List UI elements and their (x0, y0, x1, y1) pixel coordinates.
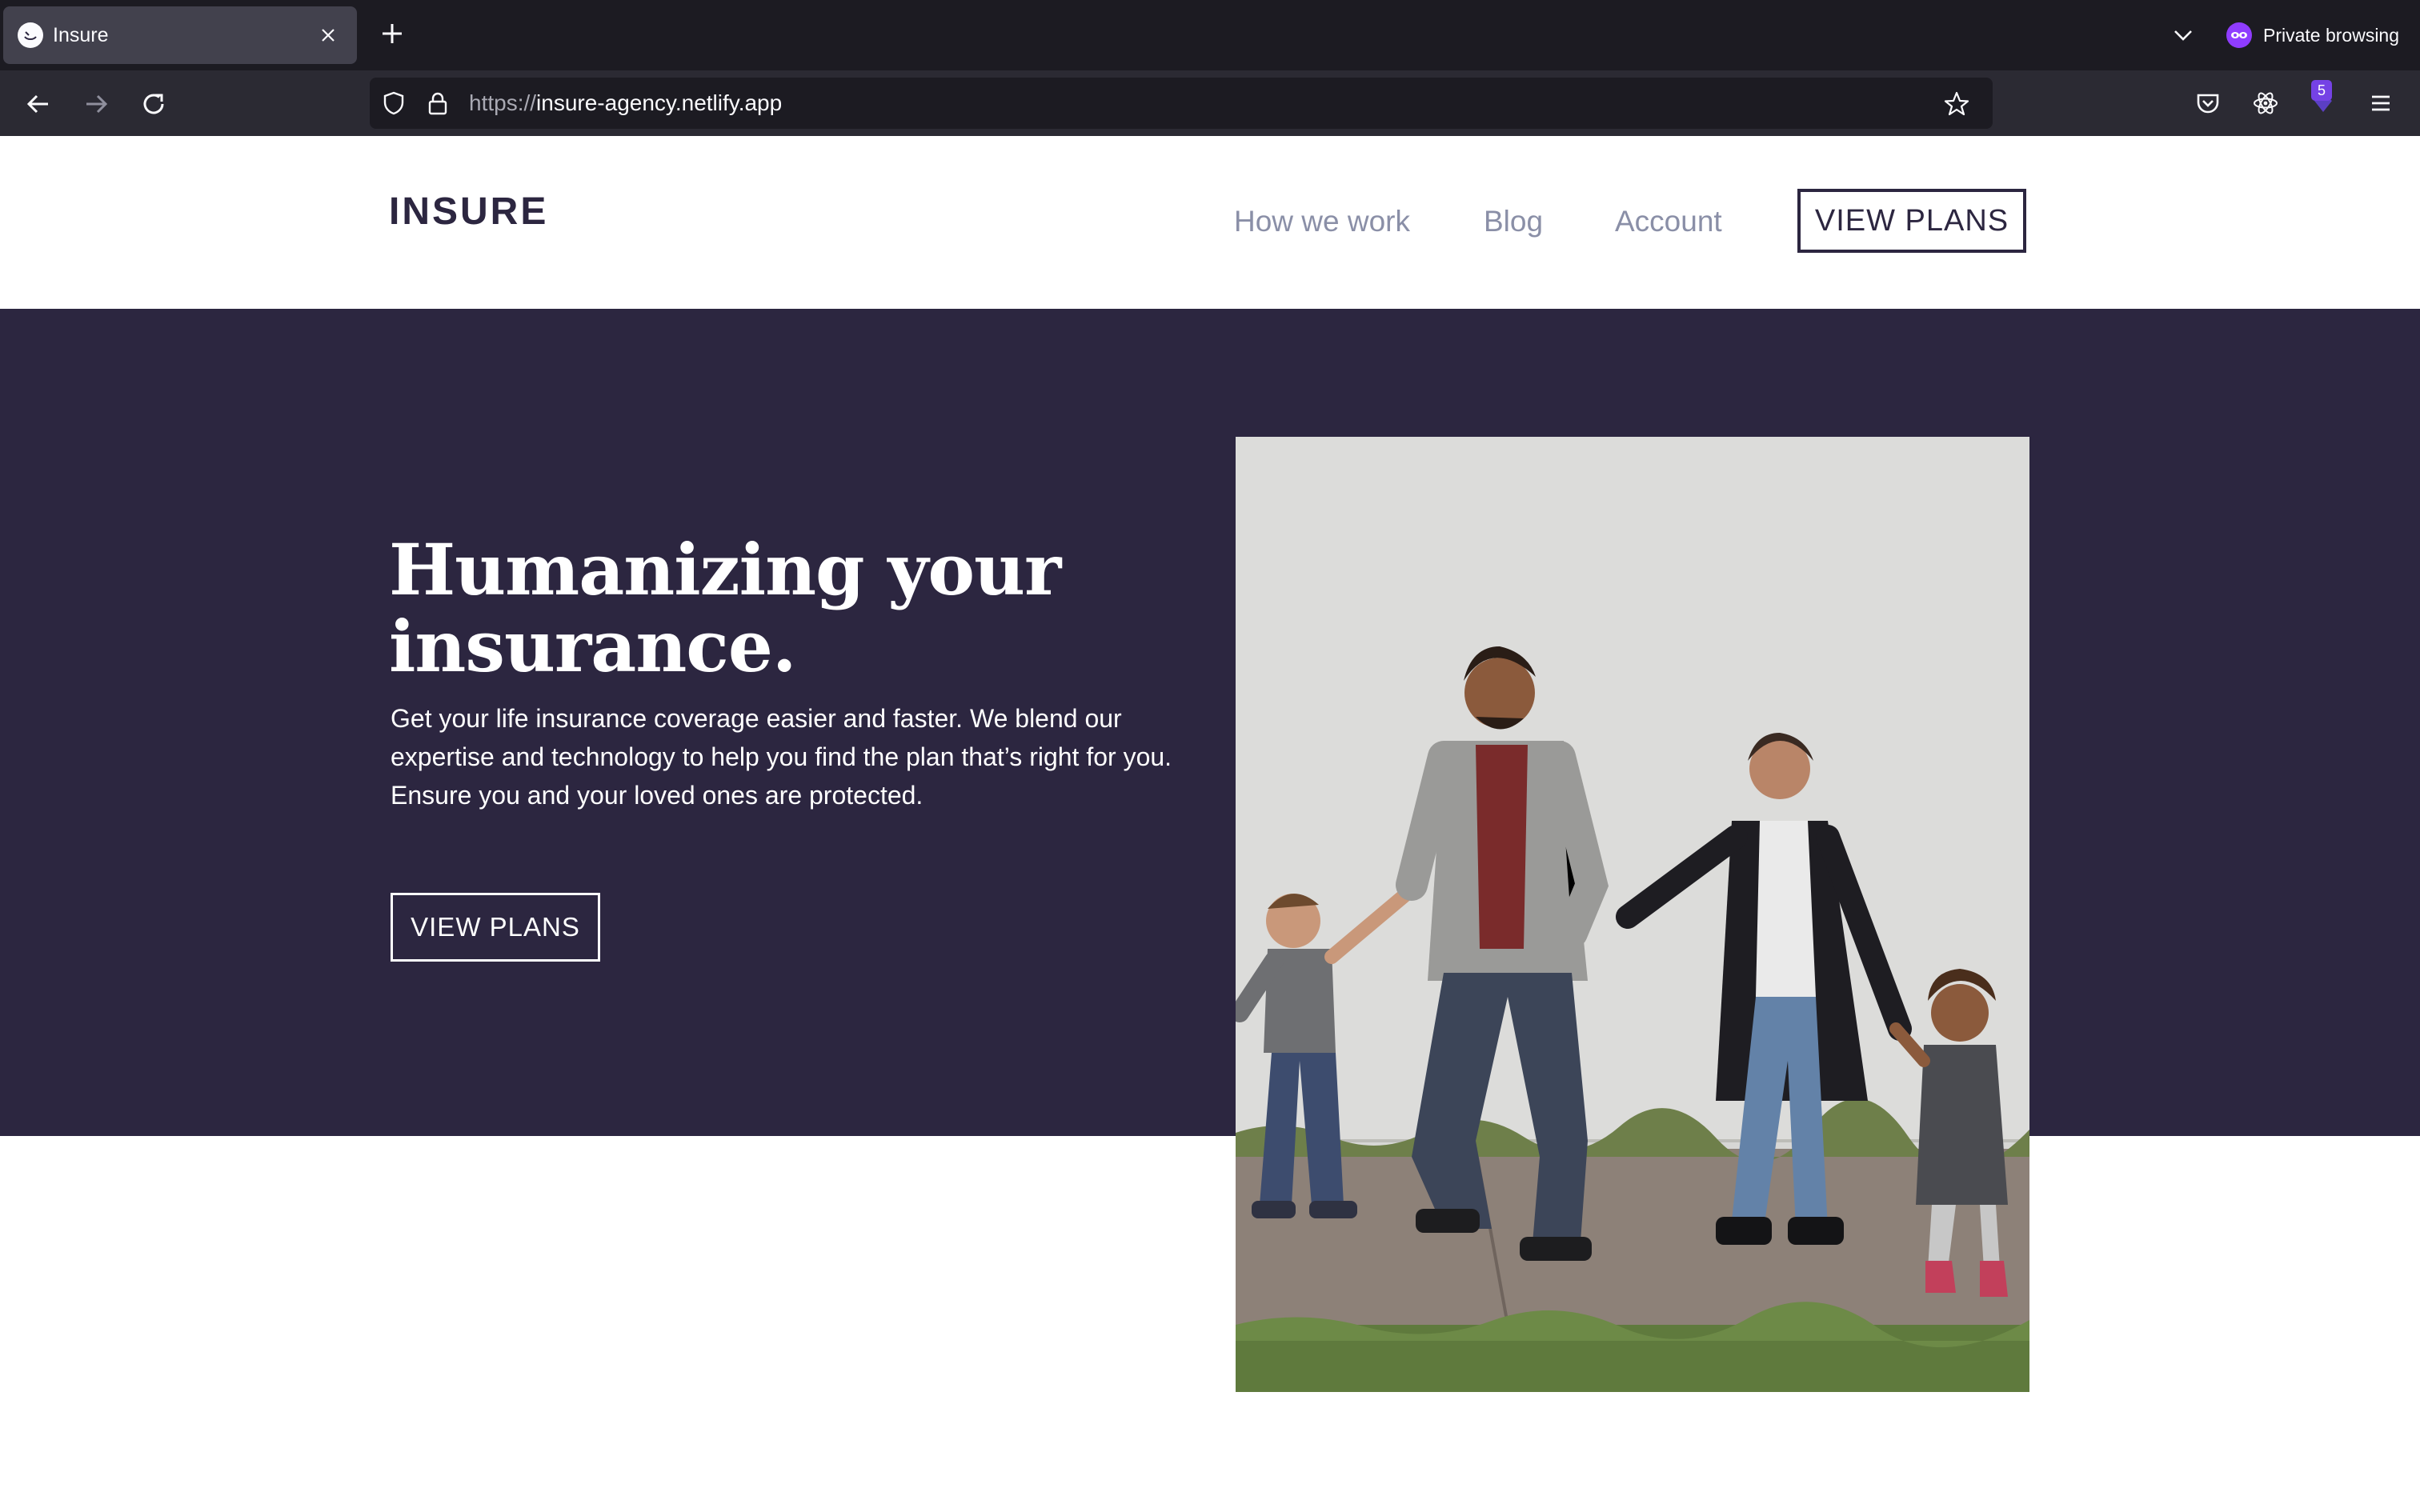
hero-title: Humanizing your insurance. (389, 528, 1061, 688)
tab-title: Insure (53, 24, 109, 46)
menu-icon[interactable] (2366, 88, 2396, 118)
back-icon[interactable] (22, 88, 54, 120)
close-tab-icon[interactable] (320, 27, 336, 43)
view-plans-hero-button[interactable]: VIEW PLANS (391, 893, 600, 962)
new-tab-icon[interactable] (378, 19, 407, 48)
insure-logo[interactable]: INSURE (389, 190, 571, 233)
favicon-icon (18, 22, 43, 48)
hero-family-photo (1236, 437, 2029, 1392)
private-browsing-indicator: Private browsing (2226, 21, 2399, 50)
reload-icon[interactable] (138, 88, 170, 120)
url-host: insure-agency.netlify.app (536, 90, 783, 115)
browser-nav-bar: https://insure-agency.netlify.app 5 (0, 70, 2420, 136)
react-devtools-icon[interactable] (2250, 88, 2281, 118)
web-page: INSURE How we work Blog Account VIEW PLA… (0, 136, 2420, 1512)
url-scheme: https:// (469, 90, 537, 115)
hero-description: Get your life insurance coverage easier … (391, 704, 1172, 810)
nav-account[interactable]: Account (1615, 205, 1722, 238)
nav-how-we-work[interactable]: How we work (1234, 205, 1410, 238)
hero-section: Humanizing your insurance. Get your life… (0, 309, 2420, 1136)
shield-icon[interactable] (381, 90, 407, 116)
address-bar[interactable]: https://insure-agency.netlify.app (370, 78, 1993, 129)
lock-icon[interactable] (426, 90, 450, 116)
forward-icon[interactable] (80, 88, 112, 120)
url-text[interactable]: https://insure-agency.netlify.app (469, 90, 782, 116)
nav-blog[interactable]: Blog (1484, 205, 1543, 238)
browser-tab-bar: Insure Private browsing (0, 0, 2420, 70)
svg-text:INSURE: INSURE (389, 192, 548, 229)
site-header: INSURE How we work Blog Account VIEW PLA… (0, 136, 2420, 309)
view-plans-header-button[interactable]: VIEW PLANS (1797, 189, 2026, 253)
chevron-down-icon[interactable] (2172, 24, 2194, 46)
browser-tab[interactable]: Insure (3, 6, 357, 64)
extension-badge: 5 (2311, 80, 2332, 101)
private-browsing-label: Private browsing (2263, 24, 2400, 46)
star-icon[interactable] (1943, 90, 1970, 118)
private-mask-icon (2226, 22, 2252, 48)
pocket-icon[interactable] (2193, 88, 2223, 118)
